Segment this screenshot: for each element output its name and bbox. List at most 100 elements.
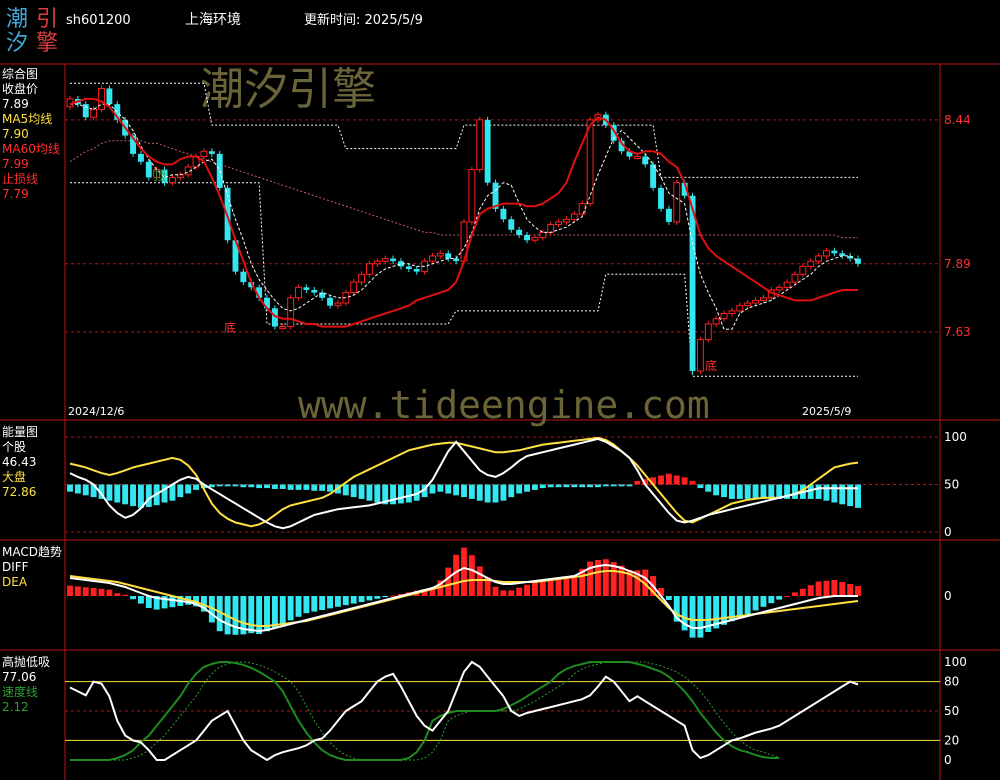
bottom-marker: 底 — [224, 320, 236, 335]
energy-bar — [390, 484, 397, 505]
stock-name: 上海环境 — [185, 12, 241, 28]
macd-bar — [303, 596, 310, 614]
energy-bar — [445, 484, 452, 494]
macd-bar — [287, 596, 294, 621]
energy-bar — [508, 484, 515, 498]
energy-bar — [319, 484, 326, 491]
macd-bar — [618, 565, 625, 596]
logo-char: 潮 — [6, 7, 28, 32]
energy-bar — [658, 475, 664, 485]
stop-loss-line — [69, 97, 858, 328]
macd-bar — [334, 596, 341, 607]
macd-right-tick: 0 — [944, 589, 952, 603]
energy-bar — [185, 484, 192, 494]
macd-bar — [492, 586, 499, 596]
candle-down — [208, 151, 215, 154]
candle-up — [98, 87, 105, 110]
macd-bar — [531, 582, 538, 596]
macd-bar — [776, 596, 783, 600]
energy-bar — [453, 484, 460, 496]
macd-bar — [736, 596, 743, 618]
candle-down — [106, 88, 113, 105]
energy-bar — [760, 484, 767, 499]
highlow-right-tick: 0 — [944, 753, 952, 767]
macd-bar — [508, 590, 515, 596]
energy-item-label: 个股 — [2, 440, 26, 454]
candle-up — [696, 339, 704, 372]
macd-bar — [815, 581, 822, 596]
energy-bar — [106, 484, 113, 501]
energy-right-tick: 50 — [944, 478, 959, 492]
macd-bar — [476, 566, 483, 596]
candle-down — [665, 208, 672, 222]
energy-bar — [169, 484, 176, 501]
candle-down — [327, 297, 333, 306]
candle-down — [650, 164, 657, 188]
update-time: 更新时间: 2025/5/9 — [304, 12, 423, 28]
macd-bar — [130, 596, 136, 600]
macd-bar — [500, 590, 507, 596]
macd-bar — [665, 596, 672, 600]
highlow-item-value: 2.12 — [2, 700, 29, 714]
energy-bar — [681, 477, 688, 485]
candle-down — [516, 229, 523, 235]
energy-right-tick: 100 — [944, 430, 967, 444]
macd-bar — [145, 596, 152, 608]
candle-down — [524, 235, 530, 241]
energy-bar — [618, 484, 625, 487]
main-item-value: 7.89 — [2, 97, 29, 111]
energy-bar — [602, 484, 609, 487]
energy-bar — [256, 484, 263, 489]
energy-bar — [768, 484, 775, 499]
candle-up — [673, 182, 681, 223]
candle-down — [500, 208, 507, 220]
energy-bar — [721, 484, 727, 498]
macd-bar — [319, 596, 326, 610]
candle-up — [720, 313, 728, 320]
main-item-value: 7.99 — [2, 157, 29, 171]
energy-bar — [555, 484, 562, 488]
candle-up — [468, 169, 476, 223]
candle-up — [334, 302, 342, 307]
main-right-tick: 7.89 — [944, 257, 971, 271]
macd-bar — [327, 596, 333, 609]
main-right-tick: 8.44 — [944, 113, 971, 127]
candle-down — [689, 195, 696, 372]
energy-bar — [689, 480, 696, 485]
energy-bar — [539, 484, 546, 489]
energy-bar — [311, 484, 318, 491]
macd-bar — [295, 596, 302, 617]
candle-up — [476, 119, 484, 171]
main-item-value: 7.79 — [2, 187, 29, 201]
macd-bar — [232, 596, 239, 635]
energy-bar — [303, 484, 310, 490]
macd-bar — [807, 585, 814, 596]
energy-bar — [823, 484, 830, 501]
macd-bar — [547, 580, 554, 596]
stock-analysis-chart: 潮汐引擎 www.tideengine.com 潮引汐 擎 sh601200 上海环境… — [0, 7, 1000, 780]
energy-bar — [744, 484, 751, 499]
bottom-marker: 底 — [705, 358, 717, 373]
energy-bar — [342, 484, 349, 496]
energy-bar — [626, 484, 633, 487]
date-start: 2024/12/6 — [68, 405, 124, 418]
energy-bar — [224, 484, 231, 487]
candle-up — [633, 156, 641, 159]
energy-bar — [114, 484, 121, 503]
energy-bar — [595, 484, 601, 488]
macd-bar — [374, 596, 381, 599]
candle-down — [311, 289, 318, 293]
candle-down — [82, 104, 89, 118]
energy-bar — [327, 484, 333, 492]
candle-up — [539, 231, 547, 239]
energy-bar — [216, 484, 223, 487]
candle-up — [775, 286, 783, 291]
energy-bar — [736, 484, 743, 499]
energy-bar — [437, 484, 444, 492]
lower-band-line — [70, 182, 858, 377]
watermark-url: www.tideengine.com — [298, 383, 710, 427]
candle-down — [484, 119, 491, 183]
macd-bar — [697, 596, 704, 638]
main-item-label: MA5均线 — [2, 112, 52, 126]
macd-bar — [571, 578, 578, 596]
